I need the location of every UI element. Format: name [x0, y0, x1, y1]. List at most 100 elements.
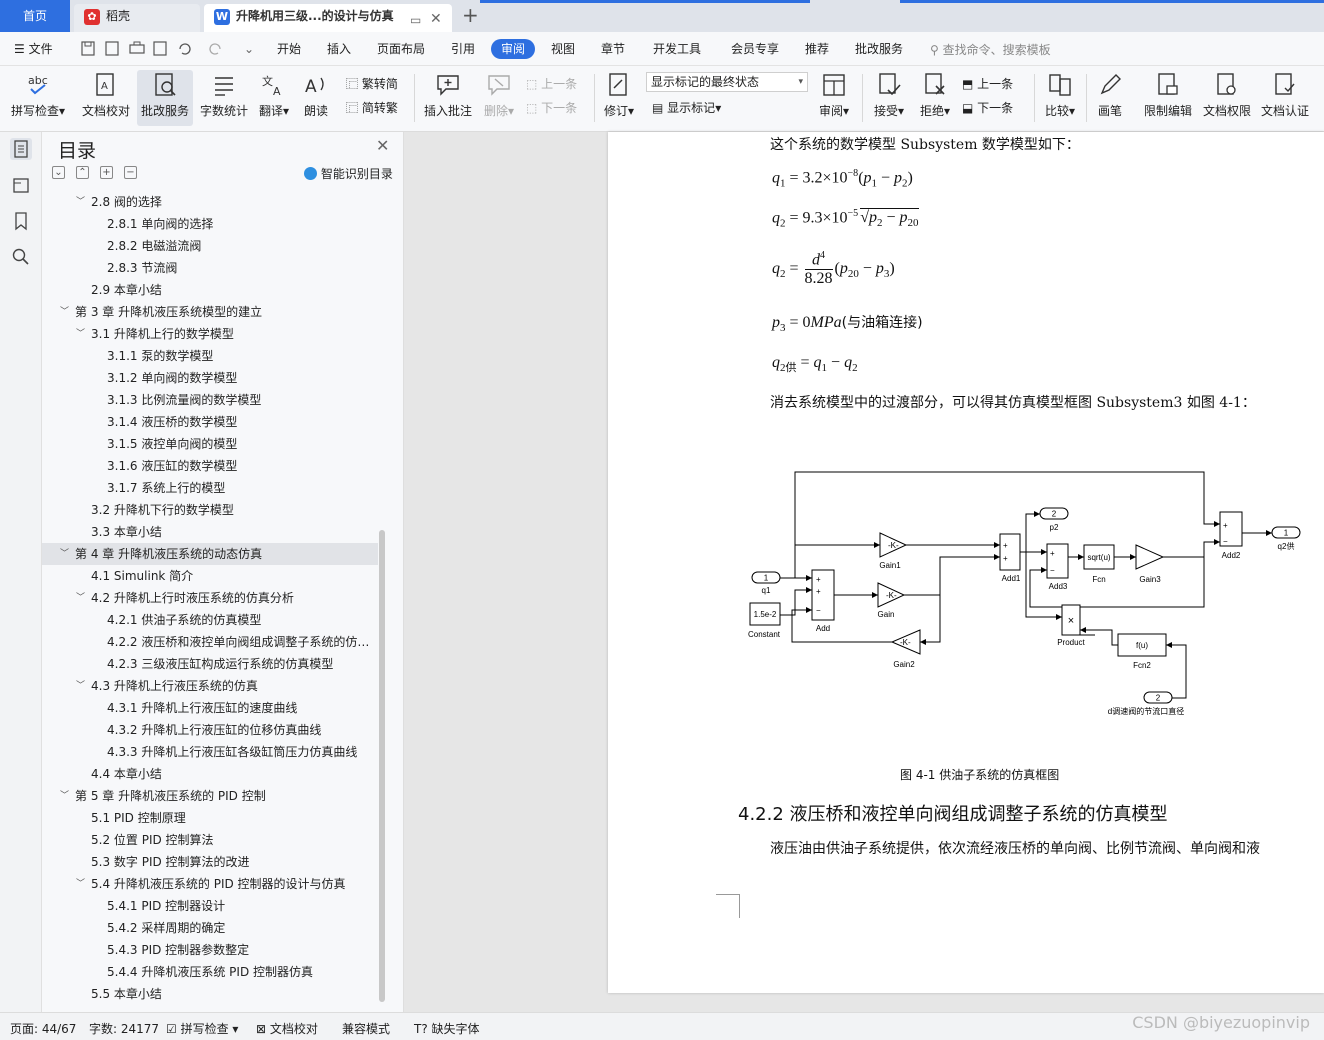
- toc-item[interactable]: 2.8.1 单向阀的选择: [42, 213, 378, 235]
- file-menu[interactable]: ☰ 文件: [14, 39, 53, 59]
- correction-service-button[interactable]: 批改服务: [137, 70, 193, 126]
- chevron-down-icon[interactable]: ﹀: [60, 543, 69, 565]
- delete-comment-button[interactable]: 删除▾: [480, 70, 518, 126]
- close-icon[interactable]: ✕: [376, 136, 389, 155]
- menu-recommend[interactable]: 推荐: [805, 39, 829, 59]
- doc-proof-button[interactable]: A 文档校对: [78, 70, 134, 126]
- word-count-button[interactable]: 字数统计: [198, 70, 250, 126]
- markup-state-select[interactable]: 显示标记的最终状态 ▾: [646, 72, 808, 92]
- toc-item[interactable]: 4.1 Simulink 简介: [42, 565, 378, 587]
- toc-item[interactable]: 4.3.2 升降机上行液压缸的位移仿真曲线: [42, 719, 378, 741]
- missing-font-status[interactable]: T? 缺失字体: [414, 1020, 480, 1037]
- toc-item[interactable]: 2.8.2 电磁溢流阀: [42, 235, 378, 257]
- toc-item[interactable]: 4.2.3 三级液压缸构成运行系统的仿真模型: [42, 653, 378, 675]
- toc-item[interactable]: 2.8.3 节流阀: [42, 257, 378, 279]
- tab-daoke[interactable]: ✿ 稻壳: [74, 4, 200, 32]
- compat-mode-status[interactable]: 兼容模式: [342, 1020, 390, 1037]
- toc-item[interactable]: 5.4.3 PID 控制器参数整定: [42, 939, 378, 961]
- chevron-down-icon[interactable]: ﹀: [60, 785, 69, 807]
- simp-to-trad-button[interactable]: ⿸ 简转繁: [346, 98, 398, 118]
- chevron-down-icon[interactable]: ﹀: [76, 587, 85, 609]
- chevron-down-icon[interactable]: ﹀: [76, 191, 85, 213]
- menu-layout[interactable]: 页面布局: [377, 39, 425, 59]
- word-count-status[interactable]: 字数: 24177: [89, 1020, 159, 1037]
- expand-all-icon[interactable]: ⌃: [76, 166, 89, 179]
- toc-item[interactable]: 5.4.2 采样周期的确定: [42, 917, 378, 939]
- read-aloud-button[interactable]: A 朗读: [298, 70, 334, 126]
- toc-item[interactable]: ﹀ 第 5 章 升降机液压系统的 PID 控制: [42, 785, 378, 807]
- toc-item[interactable]: ﹀ 2.8 阀的选择: [42, 191, 378, 213]
- pen-button[interactable]: 画笔: [1092, 70, 1128, 126]
- toc-item[interactable]: ﹀ 4.3 升降机上行液压系统的仿真: [42, 675, 378, 697]
- document-page[interactable]: 这个系统的数学模型 Subsystem 数学模型如下： q1 = 3.2×10−…: [608, 132, 1324, 993]
- toc-item[interactable]: 2.9 本章小结: [42, 279, 378, 301]
- toc-item[interactable]: 3.3 本章小结: [42, 521, 378, 543]
- menu-devtools[interactable]: 开发工具: [653, 39, 701, 59]
- toc-item[interactable]: 4.4 本章小结: [42, 763, 378, 785]
- spell-check-status[interactable]: ☑ 拼写检查 ▾: [166, 1020, 238, 1037]
- track-changes-button[interactable]: 修订▾: [600, 70, 638, 126]
- toc-scrollbar[interactable]: [379, 530, 385, 1002]
- review-pane-button[interactable]: 审阅▾: [814, 70, 854, 126]
- toc-item[interactable]: 5.2 位置 PID 控制算法: [42, 829, 378, 851]
- doc-cert-button[interactable]: 文档认证: [1258, 70, 1312, 126]
- toc-icon[interactable]: [10, 138, 32, 160]
- spell-check-button[interactable]: abc 拼写检查▾: [8, 70, 68, 126]
- next-change-button[interactable]: ⬓ 下一条: [962, 98, 1013, 118]
- menu-review[interactable]: 审阅: [491, 39, 536, 59]
- search-icon[interactable]: [10, 246, 32, 268]
- compare-button[interactable]: 比较▾: [1040, 70, 1080, 126]
- reject-button[interactable]: 拒绝▾: [914, 70, 956, 126]
- toc-item[interactable]: ﹀ 3.1 升降机上行的数学模型: [42, 323, 378, 345]
- toc-item[interactable]: 5.1 PID 控制原理: [42, 807, 378, 829]
- new-tab-button[interactable]: +: [462, 3, 479, 27]
- menu-insert[interactable]: 插入: [327, 39, 351, 59]
- tab-close-icon[interactable]: ✕: [430, 7, 442, 31]
- doc-rights-button[interactable]: 文档权限: [1200, 70, 1254, 126]
- toc-item[interactable]: 3.1.6 液压缸的数学模型: [42, 455, 378, 477]
- toc-item[interactable]: 5.5 本章小结: [42, 983, 378, 1005]
- menu-start[interactable]: 开始: [277, 39, 301, 59]
- toc-item[interactable]: 5.4.1 PID 控制器设计: [42, 895, 378, 917]
- insert-comment-button[interactable]: 插入批注: [420, 70, 476, 126]
- show-markup-button[interactable]: ▤ 显示标记▾: [652, 98, 721, 118]
- add-heading-icon[interactable]: +: [100, 166, 113, 179]
- command-search[interactable]: ⚲ 查找命令、搜索模板: [930, 41, 1051, 58]
- toc-item[interactable]: ﹀ 4.2 升降机上行时液压系统的仿真分析: [42, 587, 378, 609]
- toc-item[interactable]: 3.1.1 泵的数学模型: [42, 345, 378, 367]
- toc-item[interactable]: 3.2 升降机下行的数学模型: [42, 499, 378, 521]
- bookmark-icon[interactable]: [10, 210, 32, 232]
- page-indicator[interactable]: 页面: 44/67: [10, 1020, 76, 1037]
- toc-item[interactable]: 5.4.4 升降机液压系统 PID 控制器仿真: [42, 961, 378, 983]
- toc-item[interactable]: 3.1.3 比例流量阀的数学模型: [42, 389, 378, 411]
- doc-proof-status[interactable]: ⊠ 文档校对: [256, 1020, 318, 1037]
- pin-icon[interactable]: ▭: [410, 8, 421, 32]
- remove-heading-icon[interactable]: −: [124, 166, 137, 179]
- tab-home[interactable]: 首页: [0, 0, 70, 32]
- toc-item[interactable]: 3.1.7 系统上行的模型: [42, 477, 378, 499]
- menu-view[interactable]: 视图: [551, 39, 575, 59]
- prev-change-button[interactable]: ⬒ 上一条: [962, 74, 1013, 94]
- toc-item[interactable]: 4.3.3 升降机上行液压缸各级缸筒压力仿真曲线: [42, 741, 378, 763]
- menu-chapter[interactable]: 章节: [601, 39, 625, 59]
- toc-item[interactable]: 4.2.1 供油子系统的仿真模型: [42, 609, 378, 631]
- chevron-down-icon[interactable]: ﹀: [76, 873, 85, 895]
- toc-item[interactable]: ﹀ 5.4 升降机液压系统的 PID 控制器的设计与仿真: [42, 873, 378, 895]
- accept-button[interactable]: 接受▾: [868, 70, 910, 126]
- next-comment-button[interactable]: ⬚ 下一条: [526, 98, 577, 118]
- menu-reference[interactable]: 引用: [451, 39, 475, 59]
- toc-item[interactable]: 4.3.1 升降机上行液压缸的速度曲线: [42, 697, 378, 719]
- menu-member[interactable]: 会员专享: [731, 39, 779, 59]
- section-nav-icon[interactable]: [10, 174, 32, 196]
- chevron-down-icon[interactable]: ﹀: [76, 675, 85, 697]
- trad-to-simp-button[interactable]: ⿸ 繁转简: [346, 74, 398, 94]
- menu-correction[interactable]: 批改服务: [855, 39, 903, 59]
- toc-item[interactable]: 3.1.5 液控单向阀的模型: [42, 433, 378, 455]
- tab-document[interactable]: W 升降机用三级...的设计与仿真 ▭ ✕: [204, 4, 452, 32]
- prev-comment-button[interactable]: ⬚ 上一条: [526, 74, 577, 94]
- toc-item[interactable]: ﹀ 第 4 章 升降机液压系统的动态仿真: [42, 543, 378, 565]
- toc-item[interactable]: 5.3 数字 PID 控制算法的改进: [42, 851, 378, 873]
- translate-button[interactable]: 文A 翻译▾: [254, 70, 294, 126]
- toc-item[interactable]: ﹀ 第 3 章 升降机液压系统模型的建立: [42, 301, 378, 323]
- toc-item[interactable]: 4.2.2 液压桥和液控单向阀组成调整子系统的仿真模型: [42, 631, 378, 653]
